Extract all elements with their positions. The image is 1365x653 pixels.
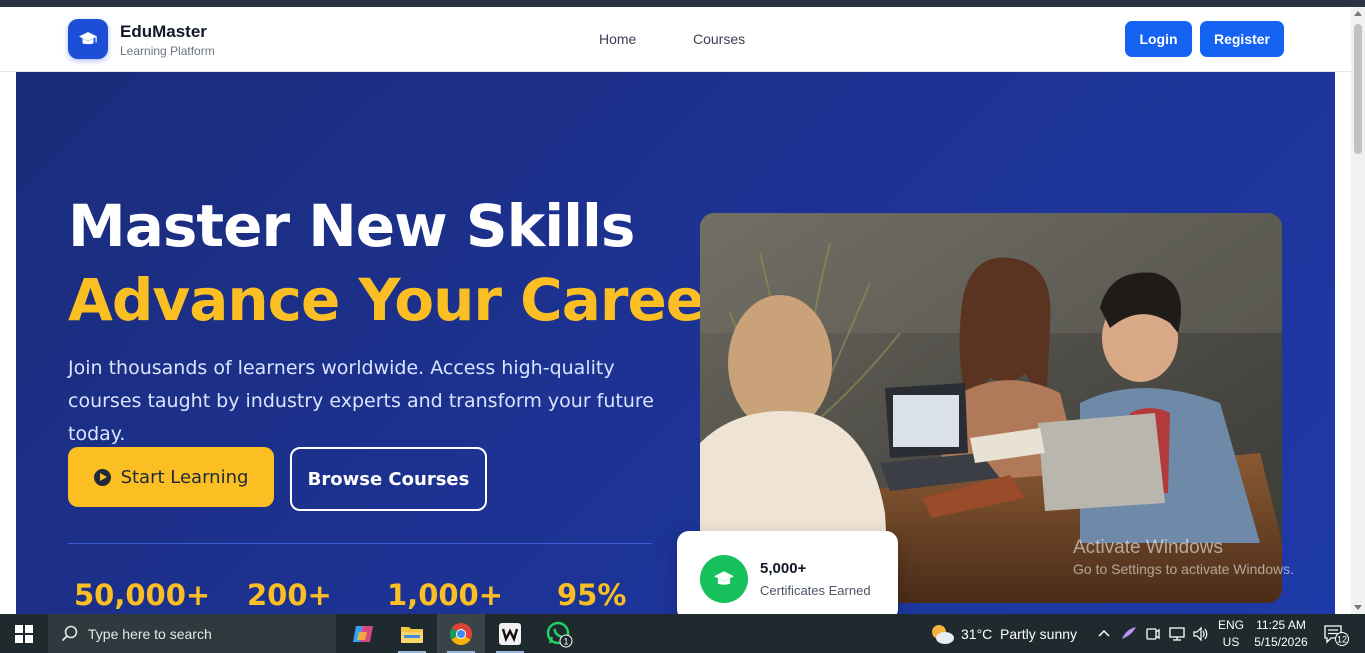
clock-date[interactable]: 5/15/2026 [1252, 635, 1310, 649]
site-header: EduMaster Learning Platform Home Courses… [0, 7, 1351, 72]
taskbar-copilot[interactable] [339, 614, 387, 653]
stat-courses: 200+ [247, 578, 332, 612]
copilot-icon [353, 625, 373, 642]
windows-taskbar: Type here to search 1 31°C Partly sunny … [0, 614, 1365, 653]
page-gutter-left [0, 72, 16, 614]
stat-success-rate: 95% [557, 578, 627, 612]
taskbar-app-w[interactable] [486, 614, 534, 653]
volume-icon[interactable] [1192, 626, 1210, 642]
whatsapp-badge: 1 [563, 636, 568, 646]
weather-temp[interactable]: 31°C [961, 626, 992, 642]
brand-subtitle: Learning Platform [120, 44, 215, 58]
taskbar-file-explorer[interactable] [388, 614, 436, 653]
browser-top-strip [0, 0, 1365, 7]
login-button[interactable]: Login [1125, 21, 1192, 57]
brand-name[interactable]: EduMaster [120, 22, 207, 42]
network-icon[interactable] [1168, 626, 1186, 642]
windows-logo-icon [15, 624, 33, 643]
page-scrollbar[interactable] [1351, 7, 1365, 614]
stat-instructors: 1,000+ [387, 578, 504, 612]
start-learning-label: Start Learning [120, 466, 249, 488]
register-button[interactable]: Register [1200, 21, 1284, 57]
hero-description: Join thousands of learners worldwide. Ac… [68, 357, 654, 445]
weather-partly-sunny-icon[interactable] [929, 622, 955, 646]
language-line1[interactable]: ENG [1216, 618, 1246, 632]
chrome-icon [450, 622, 472, 645]
stat-students: 50,000+ [74, 578, 211, 612]
hero-title-line2: Advance Your Career [68, 266, 733, 334]
nav-courses[interactable]: Courses [693, 31, 745, 47]
activate-windows-watermark: Activate Windows Go to Settings to activ… [1073, 537, 1294, 577]
w-app-icon [499, 622, 521, 645]
start-learning-button[interactable]: Start Learning [68, 447, 274, 507]
notification-count: 12 [1337, 635, 1347, 645]
graduation-cap-icon [79, 32, 97, 45]
chevron-up-icon[interactable] [1098, 628, 1110, 638]
folder-icon [401, 626, 423, 643]
taskbar-whatsapp[interactable]: 1 [535, 614, 583, 653]
notifications-icon[interactable]: 12 [1323, 624, 1351, 646]
scroll-up-icon[interactable] [1354, 11, 1362, 16]
hero-title-line1: Master New Skills [68, 192, 635, 260]
logo-icon[interactable] [68, 19, 108, 59]
page-gutter-right [1335, 72, 1351, 614]
language-line2[interactable]: US [1216, 635, 1246, 649]
search-placeholder: Type here to search [88, 626, 212, 642]
certificates-label: Certificates Earned [760, 583, 871, 598]
browse-courses-button[interactable]: Browse Courses [290, 447, 487, 511]
start-button[interactable] [0, 614, 48, 653]
scroll-thumb[interactable] [1354, 24, 1362, 154]
clock-time[interactable]: 11:25 AM [1252, 618, 1310, 632]
graduation-cap-icon [700, 555, 748, 603]
pen-feather-icon[interactable] [1120, 625, 1138, 641]
scroll-down-icon[interactable] [1354, 605, 1362, 610]
play-icon [93, 468, 111, 486]
meet-now-icon[interactable] [1146, 626, 1160, 642]
certificates-count: 5,000+ [760, 560, 807, 577]
certificates-card: 5,000+ Certificates Earned [677, 531, 898, 621]
hero-divider [68, 543, 652, 544]
activate-subtitle: Go to Settings to activate Windows. [1073, 561, 1294, 577]
weather-desc[interactable]: Partly sunny [1000, 626, 1077, 642]
activate-title: Activate Windows [1073, 537, 1223, 558]
nav-home[interactable]: Home [599, 31, 636, 47]
taskbar-search-box[interactable]: Type here to search [48, 614, 336, 653]
taskbar-chrome[interactable] [437, 614, 485, 653]
search-icon [61, 625, 78, 642]
whatsapp-icon: 1 [546, 621, 573, 647]
